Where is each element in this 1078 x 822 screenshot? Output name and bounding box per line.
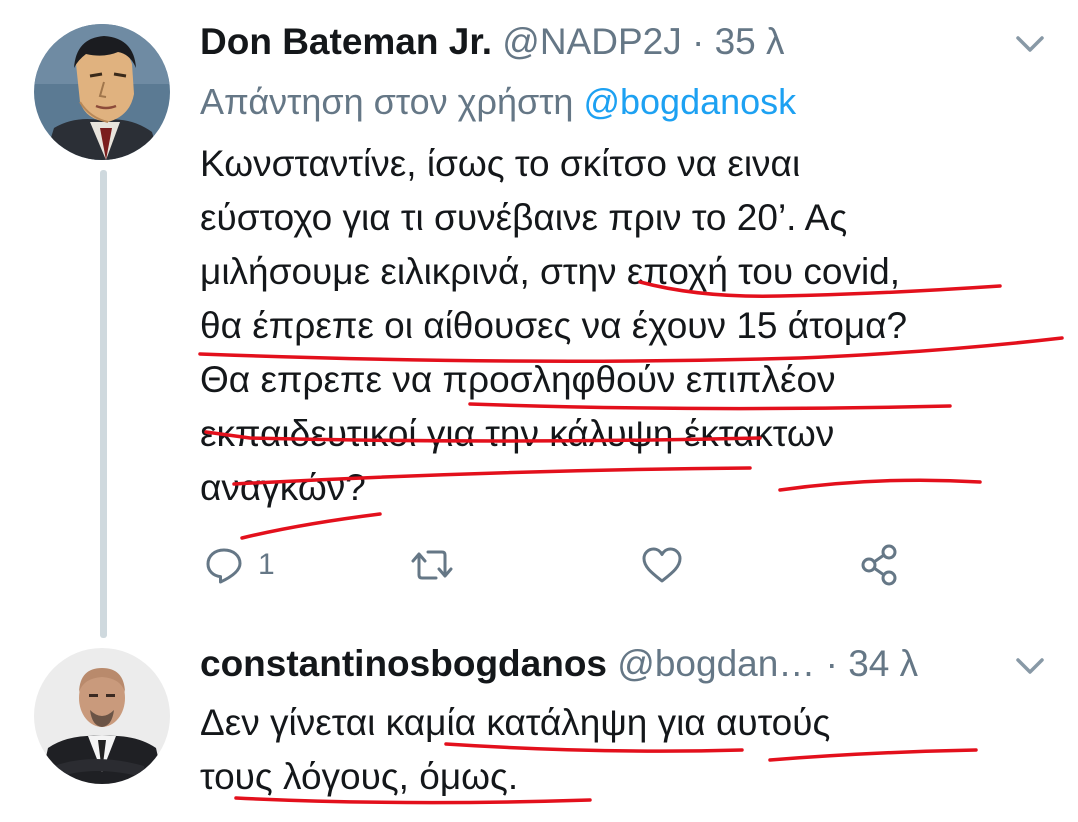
tweet-text-line: τους λόγους, όμως. bbox=[200, 756, 519, 797]
avatar-illustration bbox=[34, 24, 170, 160]
thread-connector-line bbox=[100, 170, 107, 638]
reply-prefix: Απάντηση στον χρήστη bbox=[200, 81, 574, 122]
reply-icon bbox=[206, 548, 242, 584]
tweet-text-line: Θα επρεπε να προσληφθούν επιπλέον bbox=[200, 359, 836, 400]
chevron-down-icon[interactable] bbox=[1010, 646, 1050, 686]
share-button[interactable] bbox=[858, 540, 902, 590]
tweet-1-actions: 1 bbox=[200, 540, 920, 590]
retweet-icon bbox=[411, 550, 453, 580]
separator-dot: · bbox=[825, 643, 838, 684]
avatar-constantinosbogdanos[interactable] bbox=[34, 648, 170, 784]
display-name[interactable]: Don Bateman Jr. bbox=[200, 21, 492, 62]
reply-handle-link[interactable]: @bogdanosk bbox=[583, 81, 796, 122]
tweet-text-line: εύστοχο για τι συνέβαινε πριν το 20’. Ας bbox=[200, 197, 848, 238]
annotation-underline bbox=[240, 512, 382, 540]
chevron-down-icon[interactable] bbox=[1010, 24, 1050, 64]
share-icon bbox=[861, 544, 897, 586]
timestamp[interactable]: 35 λ bbox=[715, 21, 785, 62]
avatar-don-bateman[interactable] bbox=[34, 24, 170, 160]
timestamp[interactable]: 34 λ bbox=[848, 643, 918, 684]
tweet-text-line: Δεν γίνεται καμία κατάληψη για αυτούς bbox=[200, 702, 831, 743]
tweet-text-line: μιλήσουμε ειλικρινά, στην εποχή του covi… bbox=[200, 251, 901, 292]
like-button[interactable] bbox=[640, 540, 684, 590]
tweet-1-header: Don Bateman Jr. @NADP2J · 35 λ bbox=[200, 20, 785, 64]
reply-context: Απάντηση στον χρήστη @bogdanosk bbox=[200, 80, 796, 124]
heart-icon bbox=[642, 547, 682, 583]
tweet-1-text: Κωνσταντίνε, ίσως το σκίτσο να ειναι εύσ… bbox=[200, 137, 1060, 515]
handle[interactable]: @NADP2J bbox=[502, 21, 681, 62]
reply-button[interactable]: 1 bbox=[204, 540, 275, 590]
avatar-photo bbox=[34, 648, 170, 784]
retweet-button[interactable] bbox=[410, 540, 454, 590]
tweet-2-text: Δεν γίνεται καμία κατάληψη για αυτούς το… bbox=[200, 696, 1060, 804]
handle[interactable]: @bogdan… bbox=[617, 643, 815, 684]
separator-dot: · bbox=[691, 21, 705, 62]
tweet-2-header: constantinosbogdanos @bogdan… · 34 λ bbox=[200, 642, 918, 686]
reply-count: 1 bbox=[258, 548, 275, 581]
tweet-text-line: Κωνσταντίνε, ίσως το σκίτσο να ειναι bbox=[200, 143, 801, 184]
display-name[interactable]: constantinosbogdanos bbox=[200, 643, 607, 684]
tweet-text-line: αναγκών? bbox=[200, 467, 366, 508]
tweet-text-line: εκπαιδευτικοί για την κάλυψη έκτακτων bbox=[200, 413, 835, 454]
tweet-text-line: θα έπρεπε οι αίθουσες να έχουν 15 άτομα? bbox=[200, 305, 908, 346]
